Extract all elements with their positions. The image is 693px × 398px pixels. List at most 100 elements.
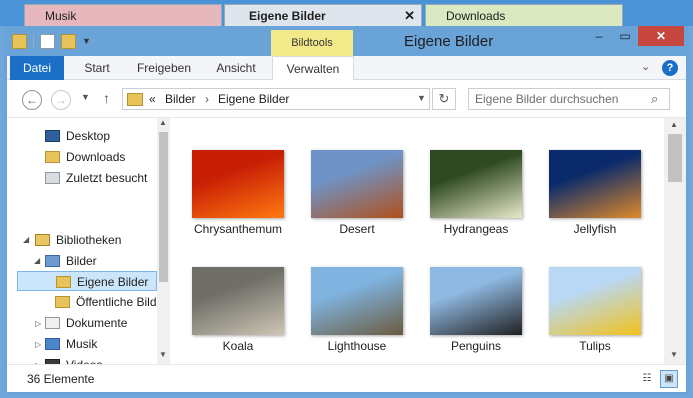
breadcrumb-eigene-bilder[interactable]: Eigene Bilder: [218, 92, 289, 106]
breadcrumb-bilder[interactable]: Bilder: [165, 92, 196, 106]
tree-item-desktop[interactable]: Desktop: [45, 126, 110, 146]
file-item[interactable]: Koala: [178, 267, 288, 377]
tree-item-label: Eigene Bilder: [77, 275, 149, 289]
navigation-pane: Desktop Downloads Zuletzt besucht ◢ Bibl…: [7, 118, 170, 372]
close-button[interactable]: ✕: [638, 26, 684, 46]
tree-item-label: Bilder: [66, 254, 97, 268]
outer-tab-musik[interactable]: Musik: [24, 4, 222, 26]
new-folder-icon[interactable]: [61, 33, 76, 49]
details-view-button[interactable]: ☷: [638, 370, 656, 388]
outer-tab-label: Downloads: [446, 9, 506, 23]
expand-arrow-icon[interactable]: ▷: [35, 340, 41, 349]
tree-item-musik[interactable]: Musik: [45, 334, 97, 354]
tab-freigeben[interactable]: Freigeben: [129, 56, 199, 80]
tab-ansicht[interactable]: Ansicht: [205, 56, 267, 80]
folder-properties-icon[interactable]: [12, 33, 27, 49]
outer-tab-downloads[interactable]: Downloads: [425, 4, 623, 26]
scrollbar-thumb[interactable]: [159, 132, 168, 282]
tree-item-recent[interactable]: Zuletzt besucht: [45, 168, 147, 188]
search-icon[interactable]: ⌕: [651, 91, 658, 107]
file-name: Tulips: [579, 339, 611, 353]
folder-icon: [127, 93, 143, 106]
up-button[interactable]: ↑: [103, 90, 110, 106]
image-thumbnail: [311, 267, 403, 335]
tree-item-bilder[interactable]: Bilder: [45, 251, 97, 271]
chevron-down-icon[interactable]: ▼: [82, 36, 91, 46]
ribbon-tabs: Datei Start Freigeben Ansicht Verwalten …: [7, 56, 686, 80]
navigation-bar: ← → ▼ ↑ « Bilder › Eigene Bilder ▼ ↻ ⌕: [7, 80, 686, 118]
file-item[interactable]: Lighthouse: [297, 267, 407, 377]
tree-item-label: Musik: [66, 337, 98, 351]
scrollbar-thumb[interactable]: [668, 134, 682, 182]
folder-icon: [55, 296, 70, 308]
breadcrumb-separator[interactable]: ›: [205, 92, 209, 106]
outer-tab-eigene-bilder[interactable]: Eigene Bilder ✕: [224, 4, 422, 26]
search-input[interactable]: [475, 91, 645, 107]
forward-button[interactable]: →: [51, 90, 71, 110]
file-name: Koala: [222, 339, 254, 353]
tree-item-oeffentliche-bilder[interactable]: Öffentliche Bilder: [55, 292, 157, 312]
chevron-down-icon[interactable]: ▼: [417, 93, 426, 103]
outer-tab-label: Eigene Bilder: [249, 9, 326, 23]
address-bar[interactable]: « Bilder › Eigene Bilder ▼: [122, 88, 430, 110]
file-item[interactable]: Chrysanthemum: [178, 150, 288, 260]
folder-icon: [56, 276, 71, 288]
collapse-arrow-icon[interactable]: ◢: [34, 256, 40, 265]
back-button[interactable]: ←: [22, 90, 42, 110]
search-box[interactable]: ⌕: [468, 88, 670, 110]
file-item[interactable]: Penguins: [416, 267, 526, 377]
documents-icon: [45, 317, 60, 329]
outer-tab-strip: Musik Eigene Bilder ✕ Downloads: [0, 0, 693, 26]
file-item[interactable]: Desert: [297, 150, 407, 260]
maximize-button[interactable]: ▭: [612, 26, 638, 46]
image-thumbnail: [192, 150, 284, 218]
item-count: 36 Elemente: [27, 372, 95, 386]
image-thumbnail: [192, 267, 284, 335]
help-icon[interactable]: ?: [662, 60, 678, 76]
scroll-down-icon[interactable]: ▼: [670, 350, 678, 359]
content-scrollbar[interactable]: ▲ ▼: [664, 118, 686, 364]
scroll-down-icon[interactable]: ▼: [159, 350, 167, 359]
file-item[interactable]: Hydrangeas: [416, 150, 526, 260]
image-thumbnail: [430, 150, 522, 218]
explorer-window: ▼ Bildtools Eigene Bilder – ▭ ✕ Datei St…: [4, 26, 689, 394]
file-item[interactable]: Tulips: [535, 267, 645, 377]
tree-item-eigene-bilder[interactable]: Eigene Bilder: [17, 271, 157, 291]
file-list: Chrysanthemum Desert Hydrangeas Jellyfis…: [170, 118, 686, 364]
desktop-icon: [45, 130, 60, 142]
file-name: Desert: [339, 222, 375, 236]
tree-item-label: Bibliotheken: [56, 233, 122, 247]
outer-tab-label: Musik: [45, 9, 77, 23]
status-bar: 36 Elemente ☷ ▣: [7, 364, 686, 392]
folder-icon: [45, 151, 60, 163]
image-thumbnail: [311, 150, 403, 218]
breadcrumb-overflow[interactable]: «: [149, 92, 156, 106]
close-icon[interactable]: ✕: [404, 5, 415, 27]
image-thumbnail: [549, 267, 641, 335]
collapse-arrow-icon[interactable]: ◢: [23, 235, 29, 244]
context-tab-header: Bildtools: [271, 30, 353, 56]
scroll-up-icon[interactable]: ▲: [159, 118, 167, 127]
toolbar-divider: [33, 34, 34, 48]
tree-item-dokumente[interactable]: Dokumente: [45, 313, 127, 333]
minimize-button[interactable]: –: [586, 26, 612, 46]
file-item[interactable]: Jellyfish: [535, 150, 645, 260]
recent-locations-icon[interactable]: ▼: [81, 92, 90, 102]
tab-datei[interactable]: Datei: [10, 56, 64, 80]
tab-start[interactable]: Start: [67, 56, 127, 80]
tree-item-label: Downloads: [66, 150, 126, 164]
navigation-pane-scrollbar[interactable]: ▲ ▼: [157, 118, 170, 364]
file-name: Hydrangeas: [443, 222, 509, 236]
scroll-up-icon[interactable]: ▲: [670, 120, 678, 129]
tree-item-downloads[interactable]: Downloads: [45, 147, 125, 167]
tab-verwalten[interactable]: Verwalten: [272, 56, 354, 80]
large-icons-view-button[interactable]: ▣: [660, 370, 678, 388]
tree-item-label: Dokumente: [66, 316, 128, 330]
tree-item-bibliotheken[interactable]: Bibliotheken: [35, 230, 121, 250]
expand-arrow-icon[interactable]: ▷: [35, 319, 41, 328]
refresh-button[interactable]: ↻: [432, 88, 456, 110]
properties-icon[interactable]: [40, 33, 55, 49]
tree-item-label: Öffentliche Bilder: [76, 295, 157, 309]
ribbon-collapse-icon[interactable]: ⌄: [641, 60, 650, 73]
file-name: Jellyfish: [573, 222, 617, 236]
